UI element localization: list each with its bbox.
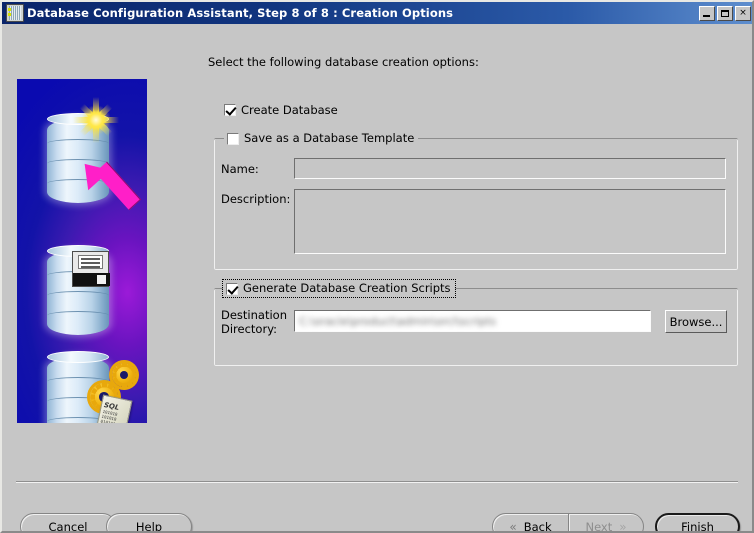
floppy-disk-icon <box>72 251 110 287</box>
star-icon <box>73 97 119 143</box>
save-as-template-checkbox[interactable]: Save as a Database Template <box>224 131 419 146</box>
next-button: Next » <box>568 513 645 533</box>
create-database-checkbox[interactable]: Create Database <box>224 103 338 117</box>
checkbox-icon-checked <box>226 282 238 295</box>
banner-graphic: SQL 101010 101010 010101 101010 010101 <box>17 79 147 423</box>
title-bar: Database Configuration Assistant, Step 8… <box>2 2 752 24</box>
destination-directory-label: Destination Directory: <box>221 308 287 336</box>
intro-text: Select the following database creation o… <box>208 55 479 69</box>
browse-button-label: Browse... <box>669 314 723 329</box>
arrow-icon <box>73 153 142 219</box>
next-button-label: Next <box>585 519 613 533</box>
template-description-input[interactable] <box>294 189 726 254</box>
chevron-right-icon: » <box>619 519 627 533</box>
dialog-window: Database Configuration Assistant, Step 8… <box>0 0 754 533</box>
maximize-button[interactable] <box>717 5 733 21</box>
save-as-template-label: Save as a Database Template <box>244 131 415 145</box>
sql-scroll-lines: 101010 101010 010101 101010 010101 <box>100 408 118 423</box>
finish-button[interactable]: Finish <box>655 513 740 533</box>
destination-directory-value: C:\oracle\product\admin\orcl\scripts <box>299 315 497 328</box>
cancel-button-label: Cancel <box>48 519 88 533</box>
create-database-label: Create Database <box>241 103 338 117</box>
checkbox-icon-unchecked <box>227 132 239 145</box>
name-label: Name: <box>221 162 259 176</box>
template-name-input[interactable] <box>294 158 726 179</box>
cancel-button[interactable]: Cancel <box>20 513 116 533</box>
finish-button-label: Finish <box>681 519 714 533</box>
description-label: Description: <box>221 192 291 206</box>
window-title: Database Configuration Assistant, Step 8… <box>27 6 454 20</box>
checkbox-icon-checked <box>224 104 236 116</box>
minimize-button[interactable] <box>699 5 715 21</box>
window-controls: × <box>699 5 751 21</box>
destination-directory-input[interactable]: C:\oracle\product\admin\orcl\scripts <box>294 310 651 332</box>
generate-scripts-checkbox[interactable]: Generate Database Creation Scripts <box>222 279 456 298</box>
back-button[interactable]: « Back <box>492 513 569 533</box>
navigation-button-group: « Back Next » <box>492 513 645 533</box>
browse-button[interactable]: Browse... <box>665 310 727 333</box>
database-icon <box>6 4 24 22</box>
footer-separator <box>16 481 738 483</box>
help-button[interactable]: Help <box>106 513 192 533</box>
dialog-content: SQL 101010 101010 010101 101010 010101 S… <box>2 24 752 531</box>
back-button-label: Back <box>523 519 552 533</box>
help-button-label: Help <box>135 519 163 533</box>
chevron-left-icon: « <box>509 519 517 533</box>
close-icon: × <box>739 7 747 18</box>
generate-scripts-label: Generate Database Creation Scripts <box>243 281 451 295</box>
close-button[interactable]: × <box>735 5 751 21</box>
